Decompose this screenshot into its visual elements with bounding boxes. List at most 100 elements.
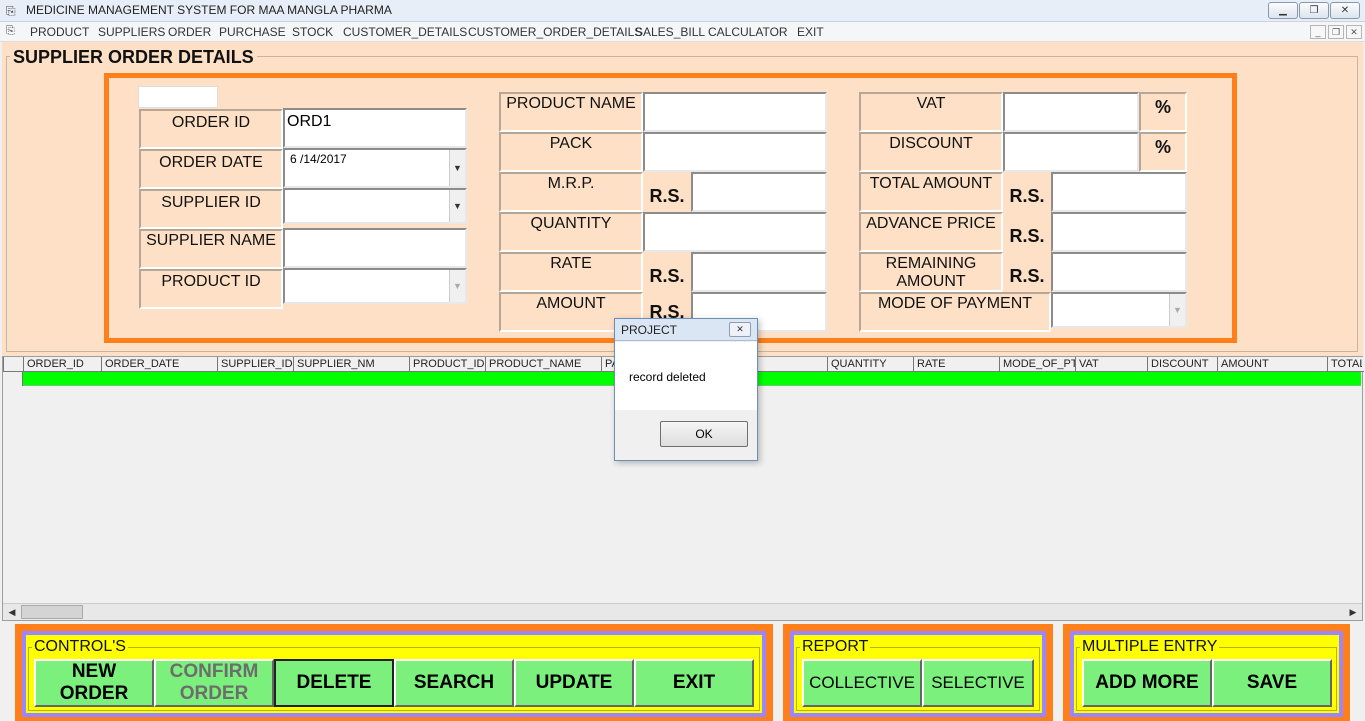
total-amount-currency: R.S. [1003,186,1051,210]
message-dialog: PROJECT ✕ record deleted OK [614,318,758,461]
column-header[interactable]: PRODUCT_ID [409,357,485,372]
column-header[interactable]: QUANTITY [827,357,913,372]
menu-product[interactable]: PRODUCT [30,25,89,39]
mdi-child-icon[interactable]: ⎘ [6,25,15,38]
multiple-entry-panel: MULTIPLE ENTRY ADD MORE SAVE [1063,624,1350,721]
mrp-input[interactable] [691,172,827,212]
menu-bar: ⎘ PRODUCT SUPPLIERS ORDER PURCHASE STOCK… [0,22,1365,42]
menu-calculator[interactable]: CALCULATOR [708,25,788,39]
discount-label: DISCOUNT [859,132,1003,172]
report-panel-inner: REPORT COLLECTIVE SELECTIVE [790,631,1046,717]
discount-input[interactable] [1003,132,1139,172]
report-panel: REPORT COLLECTIVE SELECTIVE [783,624,1053,721]
order-id-input[interactable]: ORD1 [283,108,467,148]
menu-order[interactable]: ORDER [168,25,211,39]
menu-customer-order-details[interactable]: CUSTOMER_ORDER_DETAILS [468,25,642,39]
total-amount-label: TOTAL AMOUNT [859,172,1003,212]
column-header[interactable]: RATE [913,357,999,372]
form-title: SUPPLIER ORDER DETAILS [10,47,257,68]
product-id-combo[interactable]: ▼ [283,268,467,304]
scroll-left-icon[interactable]: ◀ [4,605,20,620]
mrp-label: M.R.P. [499,172,643,212]
vat-label: VAT [859,92,1003,132]
mdi-minimize-button[interactable]: _ [1310,25,1326,39]
mode-of-payment-combo[interactable]: ▼ [1051,292,1187,328]
chevron-down-icon[interactable]: ▼ [449,190,465,222]
column-header[interactable]: ORDER_DATE [101,357,217,372]
update-button[interactable]: UPDATE [514,659,634,707]
dialog-title-bar: PROJECT ✕ [615,319,757,341]
order-date-label: ORDER DATE [139,149,283,189]
delete-button[interactable]: DELETE [274,659,394,707]
menu-stock[interactable]: STOCK [292,25,333,39]
add-more-button[interactable]: ADD MORE [1082,659,1212,707]
menu-suppliers[interactable]: SUPPLIERS [98,25,165,39]
total-amount-input[interactable] [1051,172,1187,212]
vat-percent: % [1139,92,1187,132]
menu-exit[interactable]: EXIT [797,25,824,39]
column-header[interactable]: SUPPLIER_NM [293,357,409,372]
quantity-label: QUANTITY [499,212,643,252]
row-selector[interactable] [3,372,23,386]
vat-input[interactable] [1003,92,1139,132]
save-button[interactable]: SAVE [1212,659,1332,707]
chevron-down-icon[interactable]: ▼ [449,150,465,186]
column-header[interactable]: MODE_OF_PT [999,357,1075,372]
mode-of-payment-label: MODE OF PAYMENT [859,292,1051,332]
column-header[interactable]: PRODUCT_NAME [485,357,601,372]
pack-label: PACK [499,132,643,172]
app-icon: ⎘ [6,4,16,18]
report-title: REPORT [800,638,871,656]
collective-report-button[interactable]: COLLECTIVE [802,659,922,707]
ok-button[interactable]: OK [660,421,748,447]
chevron-down-icon[interactable]: ▼ [449,270,465,302]
restore-button[interactable]: ❐ [1299,2,1329,19]
menu-purchase[interactable]: PURCHASE [219,25,286,39]
supplier-id-combo[interactable]: ▼ [283,188,467,224]
remaining-amount-label: REMAINING AMOUNT [859,252,1003,292]
advance-price-input[interactable] [1051,212,1187,252]
remaining-amount-input[interactable] [1051,252,1187,292]
menu-customer-details[interactable]: CUSTOMER_DETAILS [343,25,467,39]
mdi-restore-button[interactable]: ❐ [1328,25,1344,39]
horizontal-scrollbar[interactable]: ◀ ▶ [3,603,1362,620]
controls-panel: CONTROL'S NEW ORDER CONFIRM ORDER DELETE… [15,624,773,721]
close-icon[interactable]: ✕ [729,322,751,337]
scroll-right-icon[interactable]: ▶ [1345,605,1361,620]
selective-report-button[interactable]: SELECTIVE [922,659,1034,707]
column-header[interactable]: ORDER_ID [23,357,101,372]
app-window: ⎘ MEDICINE MANAGEMENT SYSTEM FOR MAA MAN… [0,0,1365,721]
order-id-label: ORDER ID [139,109,283,149]
supplier-order-form: SUPPLIER ORDER DETAILS ORDER ID ORD1 ORD… [2,42,1363,356]
menu-sales-bill[interactable]: SALES_BILL [635,25,705,39]
remaining-amount-currency: R.S. [1003,266,1051,290]
controls-title: CONTROL'S [32,638,128,656]
grid-corner [3,357,23,372]
column-header[interactable]: AMOUNT [1217,357,1327,372]
order-date-picker[interactable]: 6 /14/2017 ▼ [283,148,467,188]
column-header[interactable]: TOTAL [1327,357,1362,372]
supplier-name-input[interactable] [283,228,467,268]
exit-button[interactable]: EXIT [634,659,754,707]
rate-input[interactable] [691,252,827,292]
quantity-input[interactable] [643,212,827,252]
search-button[interactable]: SEARCH [394,659,514,707]
mdi-close-button[interactable]: ✕ [1346,25,1362,39]
chevron-down-icon[interactable]: ▼ [1169,294,1185,326]
minimize-button[interactable]: ▁ [1268,2,1298,19]
mrp-currency: R.S. [643,186,691,210]
column-header[interactable]: VAT [1075,357,1147,372]
multiple-entry-title: MULTIPLE ENTRY [1080,638,1220,656]
scroll-thumb[interactable] [21,605,83,619]
order-date-value: 6 /14/2017 [290,152,347,166]
confirm-order-button[interactable]: CONFIRM ORDER [154,659,274,707]
dialog-body: record deleted [615,342,757,410]
close-button[interactable]: ✕ [1330,2,1360,19]
product-name-input[interactable] [643,92,827,132]
column-header[interactable]: DISCOUNT [1147,357,1217,372]
rate-currency: R.S. [643,266,691,290]
column-header[interactable]: SUPPLIER_ID [217,357,293,372]
multiple-entry-panel-inner: MULTIPLE ENTRY ADD MORE SAVE [1070,631,1343,717]
pack-input[interactable] [643,132,827,172]
new-order-button[interactable]: NEW ORDER [34,659,154,707]
